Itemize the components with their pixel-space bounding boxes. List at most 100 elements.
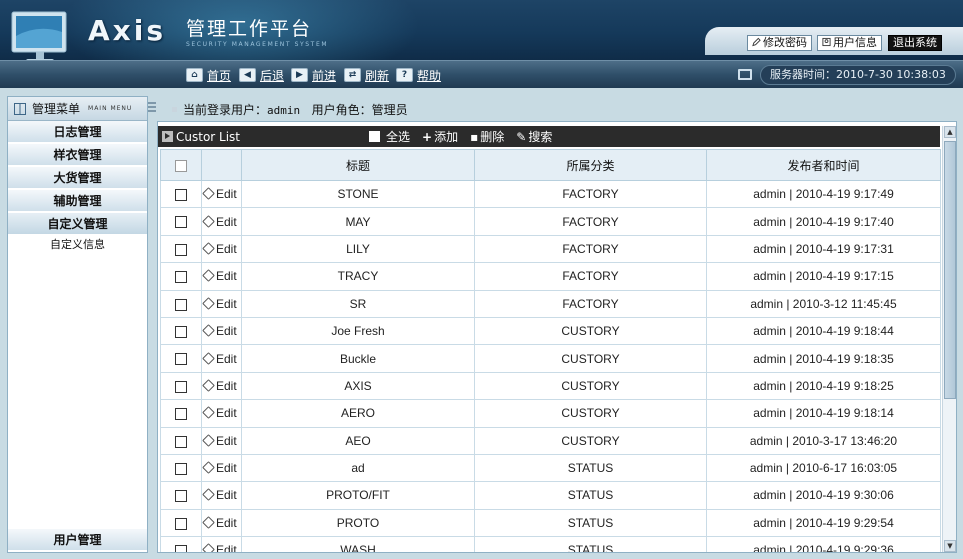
table-row[interactable]: Edit SR FACTORY admin | 2010-3-12 11:45:45 <box>160 289 941 318</box>
current-user-bar: 当前登录用户：admin 用户角色：管理员 <box>172 101 408 118</box>
nav-help[interactable]: ? 帮助 <box>396 67 441 83</box>
sidebar-item-custom[interactable]: 自定义管理 <box>8 213 147 235</box>
row-publisher: admin | 2010-4-19 9:18:35 <box>706 344 941 373</box>
row-edit-link[interactable]: Edit <box>201 481 242 510</box>
table-row[interactable]: Edit MAY FACTORY admin | 2010-4-19 9:17:40 <box>160 207 941 236</box>
search-button[interactable]: ✎ 搜索 <box>516 128 552 145</box>
row-title: AERO <box>241 399 475 428</box>
user-role-label: 用户角色： <box>311 103 372 117</box>
refresh-icon: ⇄ <box>344 68 361 82</box>
sidebar-item-user-management[interactable]: 用户管理 <box>8 529 147 551</box>
arrow-left-icon: ◀ <box>239 68 256 82</box>
row-edit-link[interactable]: Edit <box>201 426 242 455</box>
row-title: PROTO <box>241 508 475 538</box>
sidebar-item-bulk[interactable]: 大货管理 <box>8 167 147 189</box>
row-edit-link[interactable]: Edit <box>201 234 242 264</box>
table-row[interactable]: Edit Joe Fresh CUSTORY admin | 2010-4-19 9:… <box>160 316 941 346</box>
edit-label: Edit <box>216 378 237 393</box>
table-row[interactable]: Edit Buckle CUSTORY admin | 2010-4-19 9:18:… <box>160 344 941 373</box>
sidebar-item-auxiliary[interactable]: 辅助管理 <box>8 190 147 212</box>
vertical-scrollbar[interactable]: ▲ ▼ <box>942 126 956 552</box>
row-edit-link[interactable]: Edit <box>201 508 242 538</box>
tag-icon <box>202 187 215 201</box>
sidebar-subitem-custom-info[interactable]: 自定义信息 <box>8 236 147 254</box>
nav-forward-label: 前进 <box>312 68 337 83</box>
row-edit-link[interactable]: Edit <box>201 399 242 428</box>
sidebar-splitter-handle[interactable] <box>148 100 156 114</box>
row-edit-link[interactable]: Edit <box>201 371 242 401</box>
row-checkbox[interactable] <box>175 298 187 311</box>
table-row[interactable]: Edit AEO CUSTORY admin | 2010-3-17 13:46:20 <box>160 426 941 455</box>
edit-label: Edit <box>216 241 237 256</box>
sidebar-title-en: MAIN MENU <box>88 105 133 112</box>
edit-label: Edit <box>216 324 237 339</box>
row-edit-link[interactable]: Edit <box>201 289 242 318</box>
delete-button[interactable]: ▪ 删除 <box>470 128 504 145</box>
scroll-up-icon[interactable]: ▲ <box>944 126 956 138</box>
scroll-thumb[interactable] <box>944 141 956 399</box>
nav-forward[interactable]: ▶ 前进 <box>291 67 336 83</box>
edit-label: Edit <box>216 406 237 421</box>
row-checkbox[interactable] <box>175 517 187 530</box>
row-edit-link[interactable]: Edit <box>201 536 242 552</box>
row-edit-link[interactable]: Edit <box>201 262 242 291</box>
table-row[interactable]: Edit LILY FACTORY admin | 2010-4-19 9:17:31 <box>160 234 941 264</box>
row-checkbox[interactable] <box>175 490 187 503</box>
row-checkbox[interactable] <box>175 380 187 393</box>
add-button[interactable]: + 添加 <box>422 128 458 145</box>
select-all-button[interactable]: 全选 <box>369 128 410 145</box>
row-checkbox[interactable] <box>175 353 187 366</box>
table-body: Edit STONE FACTORY admin | 2010-4-19 9:17:4… <box>160 179 941 552</box>
logout-button[interactable]: 退出系统 <box>888 35 942 51</box>
scroll-down-icon[interactable]: ▼ <box>944 540 956 552</box>
table-row[interactable]: Edit ad STATUS admin | 2010-6-17 16:03:05 <box>160 453 941 483</box>
row-checkbox[interactable] <box>175 545 187 552</box>
row-edit-link[interactable]: Edit <box>201 453 242 483</box>
row-category: CUSTORY <box>474 316 707 346</box>
row-publisher: admin | 2010-3-17 13:46:20 <box>706 426 941 455</box>
list-title: Custor List <box>176 129 241 144</box>
nav-back-label: 后退 <box>260 68 285 83</box>
table-row[interactable]: Edit AERO CUSTORY admin | 2010-4-19 9:18:14 <box>160 399 941 428</box>
row-edit-link[interactable]: Edit <box>201 179 242 209</box>
table-header-row: 标题 所属分类 发布者和时间 <box>160 149 941 181</box>
sidebar: 管理菜单 MAIN MENU 日志管理 样衣管理 大货管理 辅助管理 自定义管理… <box>7 96 148 553</box>
row-title: WASH <box>241 536 475 552</box>
row-checkbox[interactable] <box>175 271 187 284</box>
edit-label: Edit <box>216 515 237 530</box>
sidebar-item-log[interactable]: 日志管理 <box>8 121 147 143</box>
row-checkbox[interactable] <box>175 462 187 475</box>
table-row[interactable]: Edit PROTO/FIT STATUS admin | 2010-4-19 9:3… <box>160 481 941 510</box>
row-category: FACTORY <box>474 179 707 209</box>
row-edit-link[interactable]: Edit <box>201 207 242 236</box>
search-icon: ✎ <box>516 129 527 144</box>
row-checkbox[interactable] <box>175 435 187 448</box>
row-checkbox[interactable] <box>175 243 187 256</box>
row-edit-link[interactable]: Edit <box>201 316 242 346</box>
row-checkbox[interactable] <box>175 216 187 229</box>
row-checkbox[interactable] <box>175 325 187 338</box>
change-password-button[interactable]: 修改密码 <box>747 35 812 51</box>
row-category: STATUS <box>474 453 707 483</box>
app-subtitle: SECURITY MANAGEMENT SYSTEM <box>186 41 329 48</box>
row-select-cell <box>160 344 202 373</box>
edit-label: Edit <box>216 214 237 229</box>
column-category: 所属分类 <box>474 149 707 181</box>
header-checkbox[interactable] <box>175 159 187 172</box>
row-checkbox[interactable] <box>175 189 187 202</box>
nav-home[interactable]: ⌂ 首页 <box>186 67 231 83</box>
sidebar-item-sample[interactable]: 样衣管理 <box>8 144 147 166</box>
user-info-button[interactable]: 用户信息 <box>817 35 882 51</box>
nav-back[interactable]: ◀ 后退 <box>239 67 284 83</box>
tag-icon <box>202 269 215 283</box>
table-row[interactable]: Edit AXIS CUSTORY admin | 2010-4-19 9:18:25 <box>160 371 941 401</box>
row-edit-link[interactable]: Edit <box>201 344 242 373</box>
table-row[interactable]: Edit PROTO STATUS admin | 2010-4-19 9:29:54 <box>160 508 941 538</box>
table-row[interactable]: Edit WASH STATUS admin | 2010-4-19 9:29:36 <box>160 536 941 552</box>
table-row[interactable]: Edit TRACY FACTORY admin | 2010-4-19 9:17:1… <box>160 262 941 291</box>
row-checkbox[interactable] <box>175 408 187 421</box>
arrow-right-icon: ▶ <box>291 68 308 82</box>
nav-refresh[interactable]: ⇄ 刷新 <box>344 67 389 83</box>
table-row[interactable]: Edit STONE FACTORY admin | 2010-4-19 9:17:4… <box>160 179 941 209</box>
tag-icon <box>202 296 215 310</box>
